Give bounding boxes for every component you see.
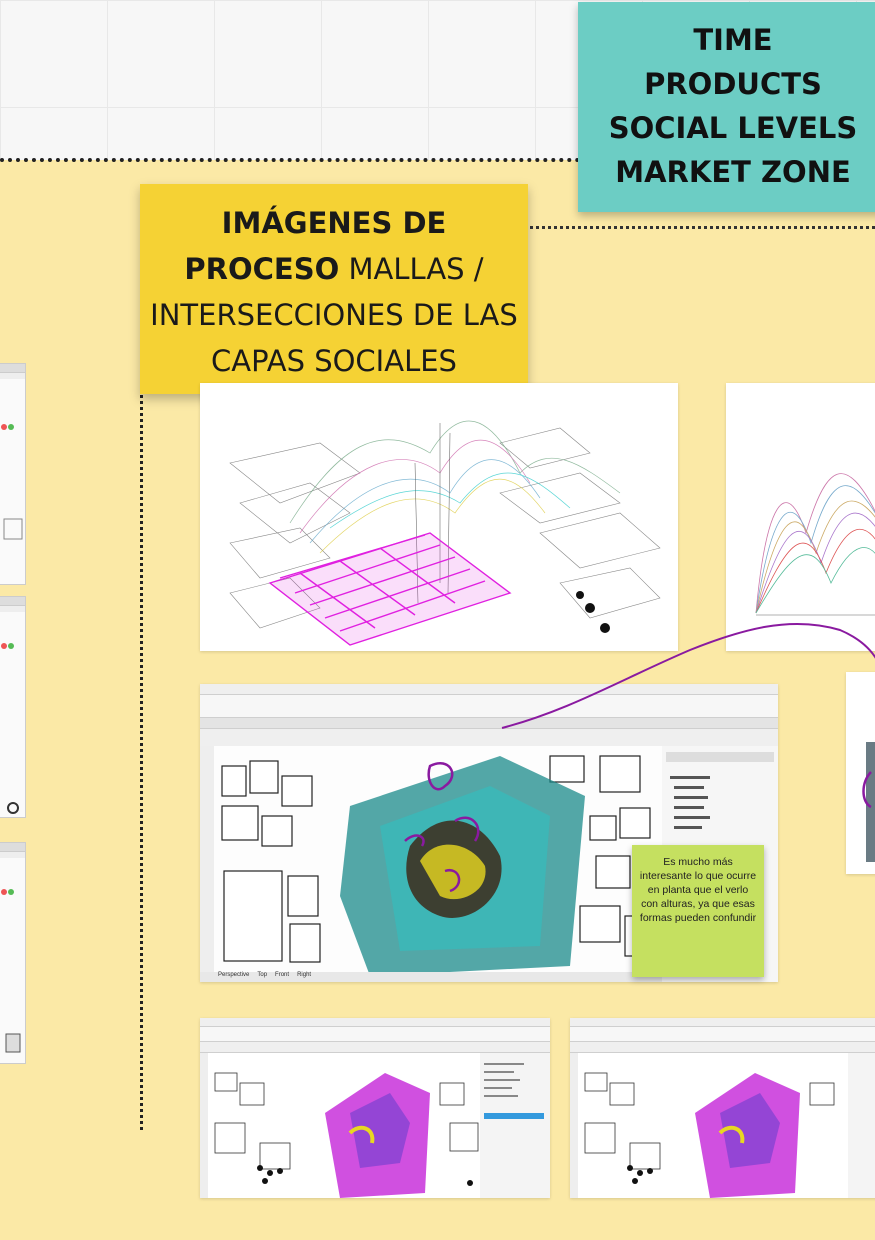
teal-sticky-note[interactable]: TIME PRODUCTS SOCIAL LEVELS MARKET ZONE [578,2,875,212]
side-window-graph [1,889,21,1053]
tab-right[interactable]: Right [297,972,311,978]
rhino-viewport-bottom-1 [200,1053,550,1198]
side-window-graph [1,424,23,584]
side-window-1[interactable] [0,363,26,585]
tab-front[interactable]: Front [275,972,289,978]
green-comment-note[interactable]: Es mucho más interesante lo que ocurre e… [632,845,764,977]
rhino-screenshot-bottom-1[interactable] [200,1018,550,1198]
dotted-connector-right [530,226,875,229]
wireframe-3d-render [229,420,661,646]
dotted-connector-top [0,158,620,162]
dotted-connector-left [140,395,143,1130]
teal-note-line-1: TIME [693,23,773,57]
yellow-sticky-note[interactable]: IMÁGENES DE PROCESO MALLAS / INTERSECCIO… [140,184,528,394]
mesh-render-image-2[interactable] [726,383,875,651]
rhino-viewport-bottom-2 [570,1053,875,1198]
viewport-tabs[interactable]: Perspective Top Front Right [218,972,311,978]
partial-image-content [862,742,875,862]
toolbar-tabs[interactable] [200,718,778,729]
tab-perspective[interactable]: Perspective [218,972,249,978]
partial-image-right[interactable] [846,672,875,874]
command-history [200,695,778,718]
mesh-render-image-1[interactable] [200,383,678,651]
teal-note-line-4: MARKET ZONE [615,155,851,189]
tab-top[interactable]: Top [257,972,267,978]
teal-note-line-2: PRODUCTS [644,67,822,101]
green-note-text: Es mucho más interesante lo que ocurre e… [639,856,757,924]
colored-mesh-curves [755,473,875,616]
title-bar [200,684,778,695]
side-window-2[interactable] [0,596,26,818]
rhino-screenshot-bottom-2[interactable] [570,1018,875,1198]
side-window-3[interactable] [0,842,26,1064]
teal-note-line-3: SOCIAL LEVELS [608,111,858,145]
side-window-graph [1,643,19,814]
